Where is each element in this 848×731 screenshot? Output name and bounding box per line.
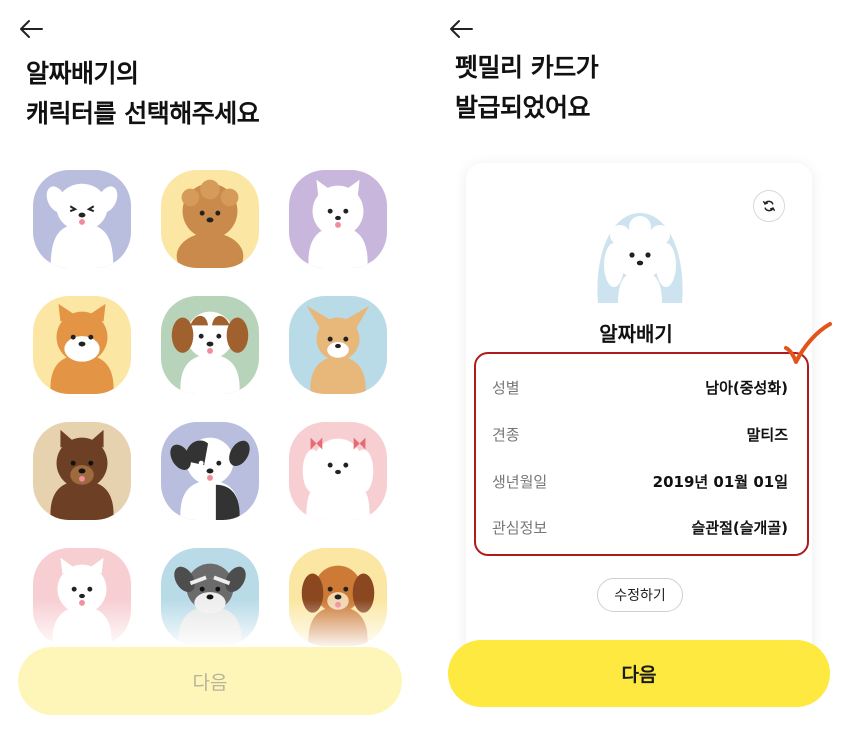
checkmark-icon — [782, 320, 834, 370]
schnauzer-icon[interactable] — [161, 548, 259, 646]
card-issued-screen: 펫밀리 카드가 발급되었어요 알짜배기 성별 남아(중성화) 견종 말티즈 생년… — [424, 0, 848, 731]
info-row-breed: 견종 말티즈 — [492, 424, 788, 450]
info-label: 생년월일 — [492, 473, 548, 491]
pomeranian-icon[interactable] — [289, 170, 387, 268]
next-button-disabled[interactable]: 다음 — [18, 647, 402, 715]
maltese-ribbon-icon[interactable] — [289, 422, 387, 520]
info-value: 슬관절(슬개골) — [691, 519, 788, 537]
info-label: 견종 — [492, 426, 520, 444]
title-line-2: 발급되었어요 — [455, 93, 591, 122]
back-arrow-icon[interactable] — [448, 16, 478, 46]
info-row-birthdate: 생년월일 2019년 01월 01일 — [492, 471, 788, 497]
white-dog-icon[interactable] — [33, 170, 131, 268]
page-title: 펫밀리 카드가 발급되었어요 — [455, 48, 599, 128]
maltese-icon — [592, 213, 688, 303]
info-label: 관심정보 — [492, 519, 548, 537]
back-arrow-icon[interactable] — [18, 16, 48, 46]
title-line-2: 캐릭터를 선택해주세요 — [26, 99, 260, 128]
chihuahua-icon[interactable] — [289, 296, 387, 394]
info-value: 남아(중성화) — [705, 379, 788, 397]
refresh-icon[interactable] — [753, 190, 785, 222]
info-value: 말티즈 — [746, 426, 788, 444]
beagle-icon[interactable] — [289, 548, 387, 646]
info-label: 성별 — [492, 379, 520, 397]
info-value: 2019년 01월 01일 — [652, 473, 788, 491]
character-select-screen: 알짜배기의 캐릭터를 선택해주세요 다음 — [0, 0, 424, 731]
shiba-icon[interactable] — [33, 296, 131, 394]
page-title: 알짜배기의 캐릭터를 선택해주세요 — [26, 54, 260, 134]
poodle-icon[interactable] — [161, 170, 259, 268]
info-row-gender: 성별 남아(중성화) — [492, 377, 788, 403]
brown-dog-icon[interactable] — [33, 422, 131, 520]
info-row-interest: 관심정보 슬관절(슬개골) — [492, 517, 788, 543]
title-line-1: 펫밀리 카드가 — [455, 53, 599, 82]
edit-button[interactable]: 수정하기 — [597, 578, 683, 612]
cavalier-icon[interactable] — [161, 296, 259, 394]
next-button[interactable]: 다음 — [448, 640, 830, 707]
border-collie-icon[interactable] — [161, 422, 259, 520]
title-line-1: 알짜배기의 — [26, 59, 139, 88]
white-fluffy-dog-icon[interactable] — [33, 548, 131, 646]
